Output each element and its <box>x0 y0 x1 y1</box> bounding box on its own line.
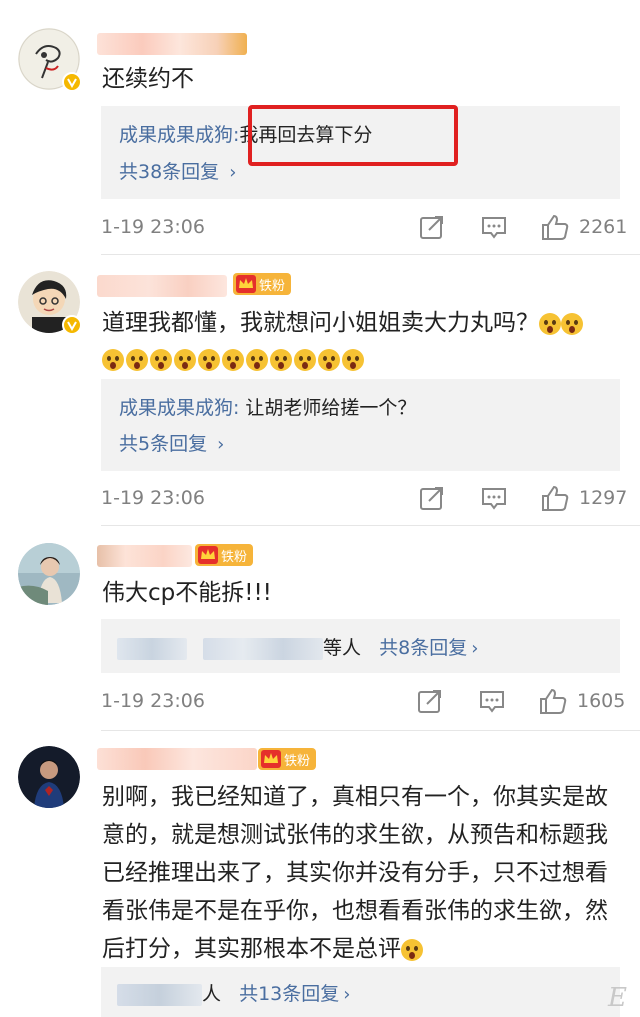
more-replies-link[interactable]: 共38条回复 › <box>119 157 236 184</box>
screaming-face-emoji <box>174 349 196 371</box>
comment-meta: 1-19 23:06 1297 <box>0 479 640 519</box>
comment-text: 道理我都懂，我就想问小姐姐卖大力丸吗？ <box>102 305 622 371</box>
comment-text: 还续约不 <box>102 66 194 92</box>
username[interactable] <box>97 748 257 770</box>
avatar[interactable] <box>18 271 82 335</box>
username[interactable] <box>97 545 192 567</box>
comment-meta: 1-19 23:06 1605 <box>0 682 640 722</box>
reply-author[interactable]: 成果成果成狗: <box>119 124 239 146</box>
more-replies-link[interactable]: 共13条回复 › <box>239 983 350 1005</box>
share-icon[interactable] <box>417 212 447 242</box>
avatar[interactable] <box>18 28 82 92</box>
reply-preview[interactable]: 等人 共8条回复 › <box>101 619 620 673</box>
like-count: 2261 <box>579 216 628 238</box>
verified-badge-icon <box>62 315 82 335</box>
timestamp: 1-19 23:06 <box>101 690 205 712</box>
chevron-right-icon: › <box>217 434 225 455</box>
reply-text: 让胡老师给搓一个？ <box>245 397 417 419</box>
comment-text: 别啊，我已经知道了，真相只有一个，你其实是故意的，就是想测试张伟的求生欲，从预告… <box>102 784 608 962</box>
fan-badge: 铁粉 <box>233 273 292 295</box>
thumbs-up-icon[interactable] <box>538 686 568 716</box>
chevron-right-icon: › <box>343 984 351 1005</box>
screaming-face-emoji <box>222 349 244 371</box>
like-count: 1605 <box>577 690 626 712</box>
blurred-usernames <box>203 637 324 660</box>
timestamp: 1-19 23:06 <box>101 216 205 238</box>
blurred-usernames <box>117 637 187 660</box>
more-replies-link[interactable]: 共5条回复 › <box>119 429 224 456</box>
username[interactable] <box>97 275 227 297</box>
screaming-face-emoji <box>270 349 292 371</box>
chevron-right-icon: › <box>229 162 237 183</box>
timestamp: 1-19 23:06 <box>101 487 205 509</box>
chevron-right-icon: › <box>471 638 479 659</box>
screaming-face-emoji <box>150 349 172 371</box>
comment-item: 还续约不 成果成果成狗:我再回去算下分 共38条回复 › 1-19 23:06 … <box>0 0 640 255</box>
reply-preview[interactable]: 人 共13条回复 › <box>101 967 620 1017</box>
crown-icon <box>261 750 281 768</box>
screaming-face-emoji <box>198 349 220 371</box>
thumbs-up-icon[interactable] <box>540 212 570 242</box>
screaming-face-emoji <box>102 349 124 371</box>
reply-preview[interactable]: 成果成果成狗: 让胡老师给搓一个？ 共5条回复 › <box>101 379 620 471</box>
reply-suffix: 人 <box>202 983 222 1005</box>
avatar[interactable] <box>18 746 80 808</box>
avatar[interactable] <box>18 543 80 605</box>
share-icon[interactable] <box>417 483 447 513</box>
screaming-face-emoji <box>126 349 148 371</box>
crying-face-emoji <box>401 938 423 961</box>
like-count: 1297 <box>579 487 628 509</box>
screaming-face-emoji <box>294 349 316 371</box>
fan-badge: 铁粉 <box>195 544 254 566</box>
watermark-logo: E <box>608 983 628 1013</box>
username[interactable] <box>97 33 247 55</box>
comment-icon[interactable] <box>477 686 507 716</box>
comment-item: 铁粉 别啊，我已经知道了，真相只有一个，你其实是故意的，就是想测试张伟的求生欲，… <box>0 730 640 1017</box>
screaming-face-emoji <box>318 349 340 371</box>
screaming-face-emoji <box>561 312 583 335</box>
reply-author[interactable]: 成果成果成狗: <box>119 397 239 419</box>
crown-icon <box>236 275 256 293</box>
fan-badge: 铁粉 <box>258 748 317 770</box>
comment-item: 铁粉 伟大cp不能拆!!! 等人 共8条回复 › 1-19 23:06 1605 <box>0 525 640 731</box>
blurred-usernames <box>117 983 202 1006</box>
comment-icon[interactable] <box>479 212 509 242</box>
comment-icon[interactable] <box>479 483 509 513</box>
verified-badge-icon <box>62 72 82 92</box>
highlight-box <box>248 105 458 166</box>
comment-text: 伟大cp不能拆!!! <box>102 580 272 606</box>
thumbs-up-icon[interactable] <box>540 483 570 513</box>
screaming-face-emoji <box>539 312 561 335</box>
share-icon[interactable] <box>415 686 445 716</box>
comment-meta: 1-19 23:06 2261 <box>0 208 640 248</box>
crown-icon <box>198 546 218 564</box>
screaming-face-emoji <box>342 349 364 371</box>
screaming-face-emoji <box>246 349 268 371</box>
more-replies-link[interactable]: 共8条回复 › <box>379 637 478 659</box>
emoji-row <box>102 349 622 371</box>
comment-item: 铁粉 道理我都懂，我就想问小姐姐卖大力丸吗？ 成果成果成狗: 让胡老师给搓一个？ … <box>0 255 640 526</box>
reply-suffix: 等人 <box>323 637 362 659</box>
